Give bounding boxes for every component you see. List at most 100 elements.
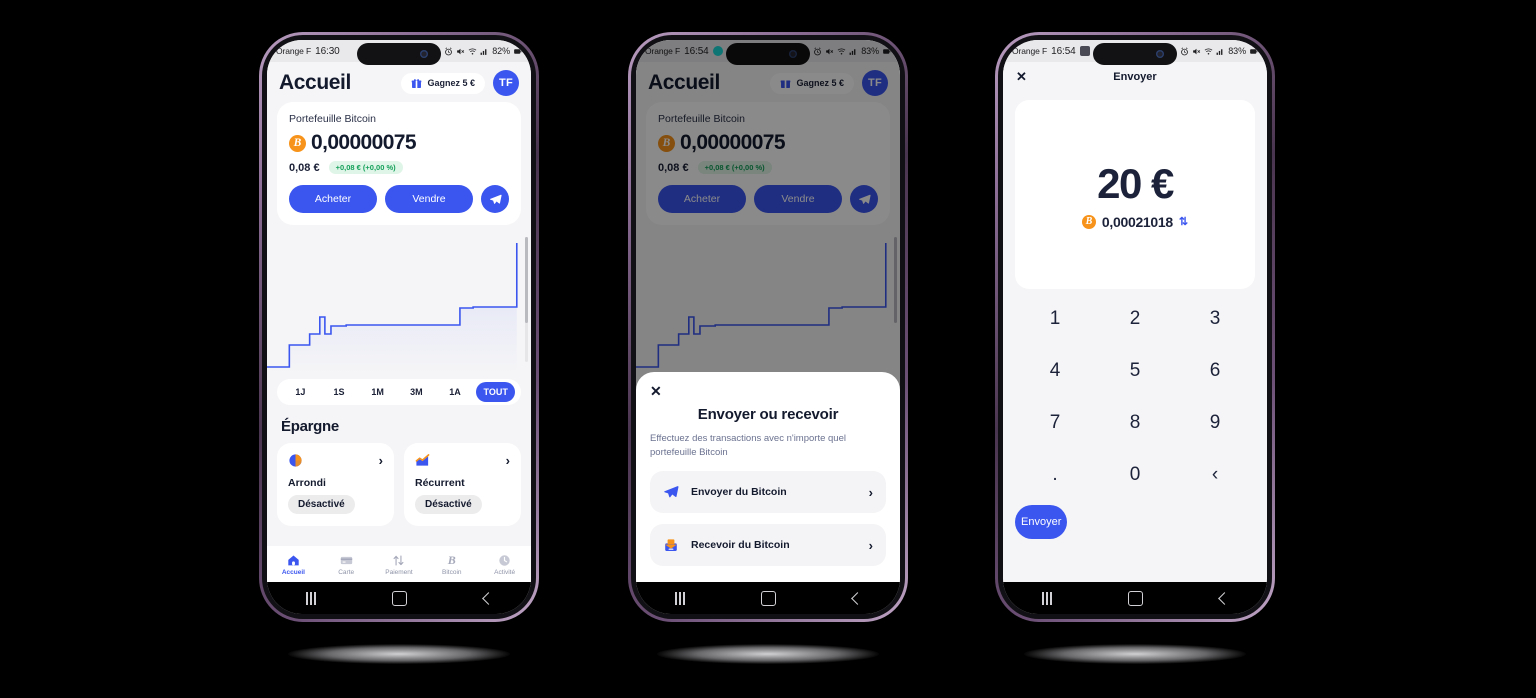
status-badge: Désactivé (288, 495, 355, 514)
clock-label: 16:54 (1051, 45, 1076, 57)
avatar[interactable]: TF (493, 70, 519, 96)
key-1[interactable]: 1 (1015, 293, 1095, 345)
phone-home: Orange F 16:30 82% Accueil Gagnez 5 € TF (259, 32, 539, 622)
savings-card-arrondi[interactable]: › Arrondi Désactivé (277, 443, 394, 526)
tab-carte[interactable]: Carte (320, 554, 373, 576)
savings-card-top: › (288, 453, 383, 468)
chevron-right-icon: › (868, 484, 873, 500)
phone-drop-shadow (657, 644, 879, 664)
wallet-delta-badge: +0,08 € (+0,00 %) (328, 161, 403, 174)
range-option-1m[interactable]: 1M (358, 382, 397, 402)
swap-vertical-icon[interactable]: ⇅ (1179, 215, 1188, 228)
option-send-bitcoin[interactable]: Envoyer du Bitcoin › (650, 471, 886, 513)
sheet-title: Envoyer ou recevoir (697, 406, 839, 424)
portfolio-chart[interactable] (267, 233, 531, 373)
option-receive-bitcoin[interactable]: Recevoir du Bitcoin › (650, 524, 886, 566)
page-title: Envoyer (1113, 70, 1157, 83)
range-option-1s[interactable]: 1S (320, 382, 359, 402)
buy-button[interactable]: Acheter (289, 185, 377, 213)
range-option-3m[interactable]: 3M (397, 382, 436, 402)
key-backspace[interactable]: ‹ (1175, 449, 1255, 501)
recents-button[interactable] (267, 591, 355, 605)
range-option-tout[interactable]: TOUT (476, 382, 516, 402)
range-option-1j[interactable]: 1J (281, 382, 320, 402)
status-bar: Orange F 16:30 82% (267, 40, 531, 65)
reward-button[interactable]: Gagnez 5 € (401, 72, 485, 94)
wallet-btc-amount: 0,00000075 (311, 131, 417, 154)
home-square-icon (760, 590, 776, 606)
back-button[interactable] (812, 591, 900, 605)
chart-range-selector: 1J 1S 1M 3M 1A TOUT (277, 379, 521, 405)
home-button[interactable] (724, 590, 812, 606)
amount-display-card[interactable]: 20 € B 0,00021018 ⇅ (1015, 100, 1255, 289)
send-receive-button[interactable] (481, 185, 509, 213)
key-5[interactable]: 5 (1095, 345, 1175, 397)
bitcoin-icon: B (289, 134, 306, 152)
battery-icon (1250, 48, 1258, 54)
home-square-icon (1127, 590, 1143, 606)
close-icon[interactable]: ✕ (650, 384, 886, 398)
status-bar: Orange F 16:54 83% (1003, 40, 1267, 65)
status-badge: Désactivé (415, 495, 482, 514)
send-submit-button[interactable]: Envoyer (1015, 505, 1068, 539)
mute-icon (1193, 48, 1201, 54)
recents-button[interactable] (636, 591, 724, 605)
mute-icon (457, 48, 465, 54)
home-button[interactable] (355, 590, 443, 606)
paper-plane-icon (664, 486, 679, 498)
tab-label: Bitcoin (442, 569, 462, 576)
savings-card-recurrent[interactable]: › Récurrent Désactivé (404, 443, 521, 526)
key-0[interactable]: 0 (1095, 449, 1175, 501)
battery-percent-label: 82% (492, 46, 510, 56)
tab-activite[interactable]: Activité (478, 554, 531, 576)
sell-button[interactable]: Vendre (385, 185, 473, 213)
amount-btc-row: B 0,00021018 ⇅ (1081, 213, 1188, 230)
back-button[interactable] (443, 591, 531, 605)
savings-section-title: Épargne (281, 418, 339, 435)
close-icon[interactable]: ✕ (1016, 70, 1027, 83)
amount-btc-value: 0,00021018 (1101, 213, 1173, 230)
bitcoin-icon: B (1081, 214, 1096, 229)
key-3[interactable]: 3 (1175, 293, 1255, 345)
home-icon (288, 555, 299, 566)
tab-paiement[interactable]: Paiement (373, 554, 426, 576)
key-9[interactable]: 9 (1175, 397, 1255, 449)
tab-label: Paiement (385, 569, 413, 576)
pie-chart-icon (289, 454, 302, 467)
recents-icon (675, 591, 685, 605)
paper-plane-icon (489, 194, 502, 204)
key-7[interactable]: 7 (1015, 397, 1095, 449)
wallet-sub-row: 0,08 € +0,08 € (+0,00 %) (289, 161, 509, 174)
range-option-1a[interactable]: 1A (436, 382, 475, 402)
wallet-action-row: Acheter Vendre (289, 185, 509, 213)
card-icon (340, 556, 352, 565)
option-label: Recevoir du Bitcoin (691, 539, 790, 551)
photos-icon (1079, 46, 1090, 56)
inbox-icon (665, 539, 677, 551)
send-header: ✕ Envoyer (1003, 62, 1267, 91)
android-navigation-bar (636, 582, 900, 614)
recents-icon (1042, 591, 1052, 605)
camera-cutout (1093, 43, 1177, 65)
key-4[interactable]: 4 (1015, 345, 1095, 397)
tab-label: Activité (494, 569, 516, 576)
tab-bitcoin[interactable]: B Bitcoin (425, 554, 478, 577)
status-bar-left: Orange F 16:54 (1012, 46, 1104, 57)
status-bar-left: Orange F 16:30 (276, 46, 340, 57)
amount-fiat-value: 20 € (1097, 159, 1174, 207)
back-button[interactable] (1179, 591, 1267, 605)
send-receive-sheet: ✕ Envoyer ou recevoir Effectuez des tran… (636, 372, 900, 582)
chevron-right-icon: › (868, 537, 873, 553)
phone-drop-shadow (288, 644, 510, 664)
sheet-description: Effectuez des transactions avec n'import… (650, 433, 846, 459)
tab-accueil[interactable]: Accueil (267, 554, 320, 576)
scrollbar-thumb[interactable] (525, 237, 528, 323)
key-decimal[interactable]: . (1015, 449, 1095, 501)
recents-button[interactable] (1003, 591, 1091, 605)
key-2[interactable]: 2 (1095, 293, 1175, 345)
home-button[interactable] (1091, 590, 1179, 606)
key-8[interactable]: 8 (1095, 397, 1175, 449)
tab-label: Accueil (281, 569, 305, 576)
alarm-icon (445, 46, 453, 55)
key-6[interactable]: 6 (1175, 345, 1255, 397)
